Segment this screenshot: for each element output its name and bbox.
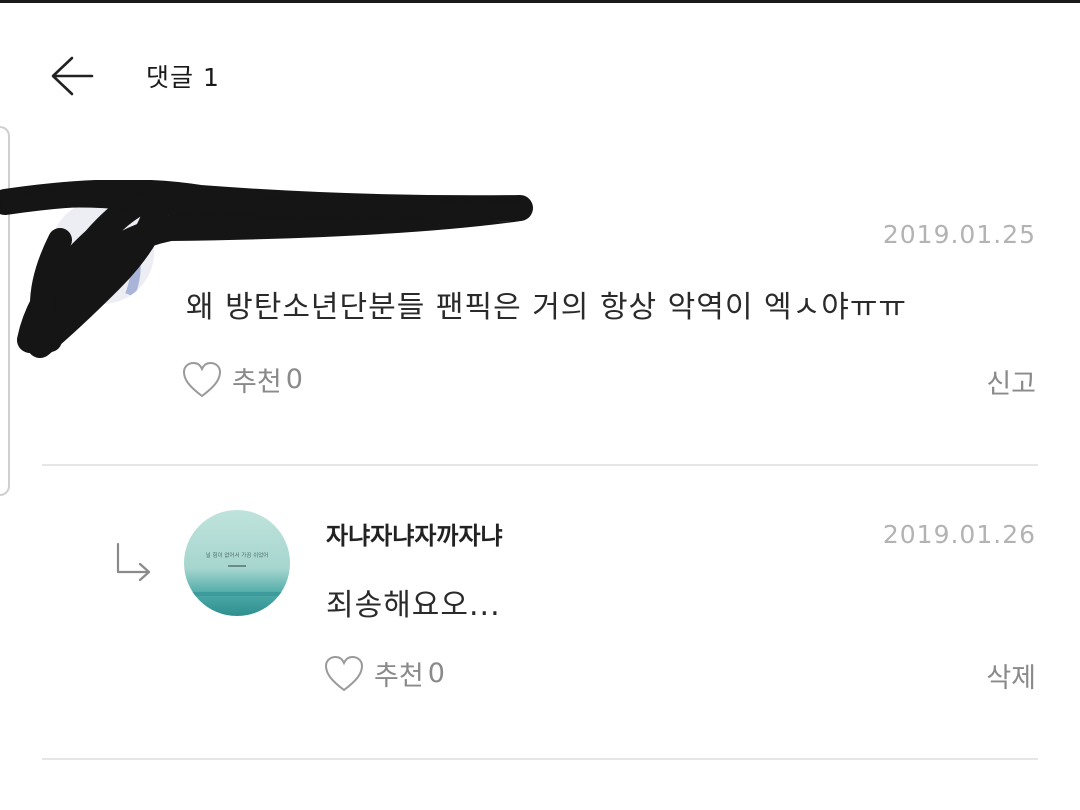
reply-arrow-icon	[116, 542, 151, 582]
reply-date: 2019.01.26	[882, 520, 1036, 549]
like-button[interactable]: 추천 0	[324, 654, 445, 693]
like-button[interactable]: 추천 0	[182, 360, 303, 399]
divider	[42, 464, 1038, 466]
report-button[interactable]: 신고	[986, 362, 1036, 401]
arrow-left-icon	[51, 56, 94, 96]
like-count: 0	[285, 364, 303, 395]
like-label: 추천	[374, 661, 424, 692]
divider	[42, 758, 1038, 760]
reply-item: 널 힘이 없어서 가끔 쉬었어 자냐자냐자까자냐 2019.01.26 죄송해요…	[0, 500, 1080, 740]
like-count: 0	[427, 658, 445, 689]
header: 댓글 1	[0, 40, 1080, 110]
top-border	[0, 0, 1080, 3]
heart-icon	[324, 655, 364, 691]
back-button[interactable]	[48, 54, 98, 98]
redaction-scribble	[0, 180, 533, 358]
heart-icon	[182, 361, 222, 397]
delete-button[interactable]: 삭제	[986, 656, 1036, 695]
avatar: 널 힘이 없어서 가끔 쉬었어	[184, 510, 290, 616]
like-label: 추천	[232, 367, 282, 398]
reply-author[interactable]: 자냐자냐자까자냐	[326, 516, 503, 551]
comment-date: 2019.01.25	[882, 220, 1036, 249]
avatar-caption: 널 힘이 없어서 가끔 쉬었어	[206, 551, 269, 559]
page-title: 댓글 1	[146, 63, 220, 92]
reply-text: 죄송해요오...	[326, 588, 501, 623]
